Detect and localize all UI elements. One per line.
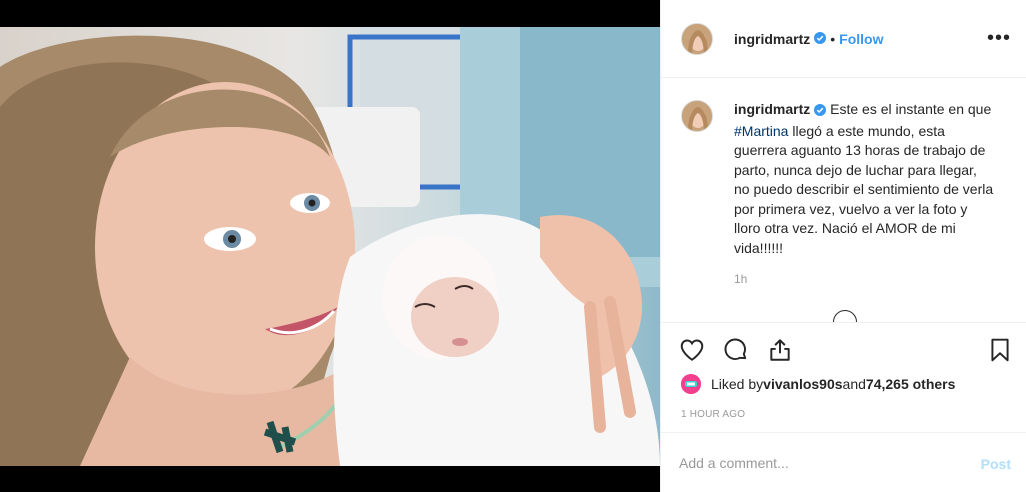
author-username[interactable]: ingridmartz	[734, 31, 810, 47]
bookmark-icon[interactable]	[987, 337, 1013, 363]
caption-time[interactable]: 1h	[734, 272, 747, 286]
avatar-image	[682, 101, 712, 131]
share-icon[interactable]	[767, 337, 793, 363]
caption: ingridmartz Este es el instante en que #…	[681, 100, 1011, 258]
load-more-comments-icon[interactable]	[833, 310, 857, 322]
post-comment-button[interactable]: Post	[981, 456, 1011, 472]
more-options-icon[interactable]: •••	[987, 28, 1011, 48]
caption-author-avatar[interactable]	[681, 100, 713, 132]
likes-prefix: Liked by	[711, 376, 764, 392]
liker-avatar[interactable]	[681, 374, 701, 394]
comments-section: ingridmartz Este es el instante en que #…	[661, 78, 1026, 322]
post-timestamp[interactable]: 1 HOUR AGO	[681, 409, 745, 420]
likes-count-link[interactable]: 74,265 others	[866, 376, 956, 392]
caption-text: ingridmartz Este es el instante en que #…	[734, 100, 994, 258]
author-avatar[interactable]	[681, 22, 713, 55]
separator-dot: •	[830, 30, 836, 47]
comment-input[interactable]	[679, 455, 959, 471]
post-media	[0, 0, 660, 492]
hashtag-link[interactable]: #Martina	[734, 123, 788, 139]
comment-form: Post	[661, 432, 1026, 492]
action-bar	[661, 322, 1026, 372]
post-header: ingridmartz • Follow •••	[661, 0, 1026, 78]
likes-middle: and	[842, 376, 866, 392]
post-photo[interactable]	[0, 27, 660, 466]
comment-icon[interactable]	[723, 337, 749, 363]
caption-text-after: llegó a este mundo, esta guerrera aguant…	[734, 122, 994, 256]
verified-badge-icon	[814, 102, 827, 122]
caption-text-before: Este es el instante en que	[830, 101, 992, 117]
heart-icon[interactable]	[679, 337, 705, 363]
photo-illustration	[0, 27, 660, 466]
caption-username[interactable]: ingridmartz	[734, 101, 810, 117]
post-details-panel: ingridmartz • Follow ••• ingridmartz Est…	[660, 0, 1026, 492]
verified-badge-icon	[814, 31, 827, 47]
liker-username[interactable]: vivanlos90s	[763, 376, 842, 392]
likes-summary: Liked by vivanlos90s and 74,265 others	[681, 374, 955, 394]
follow-button[interactable]: Follow	[839, 31, 883, 47]
avatar-image	[682, 23, 712, 54]
